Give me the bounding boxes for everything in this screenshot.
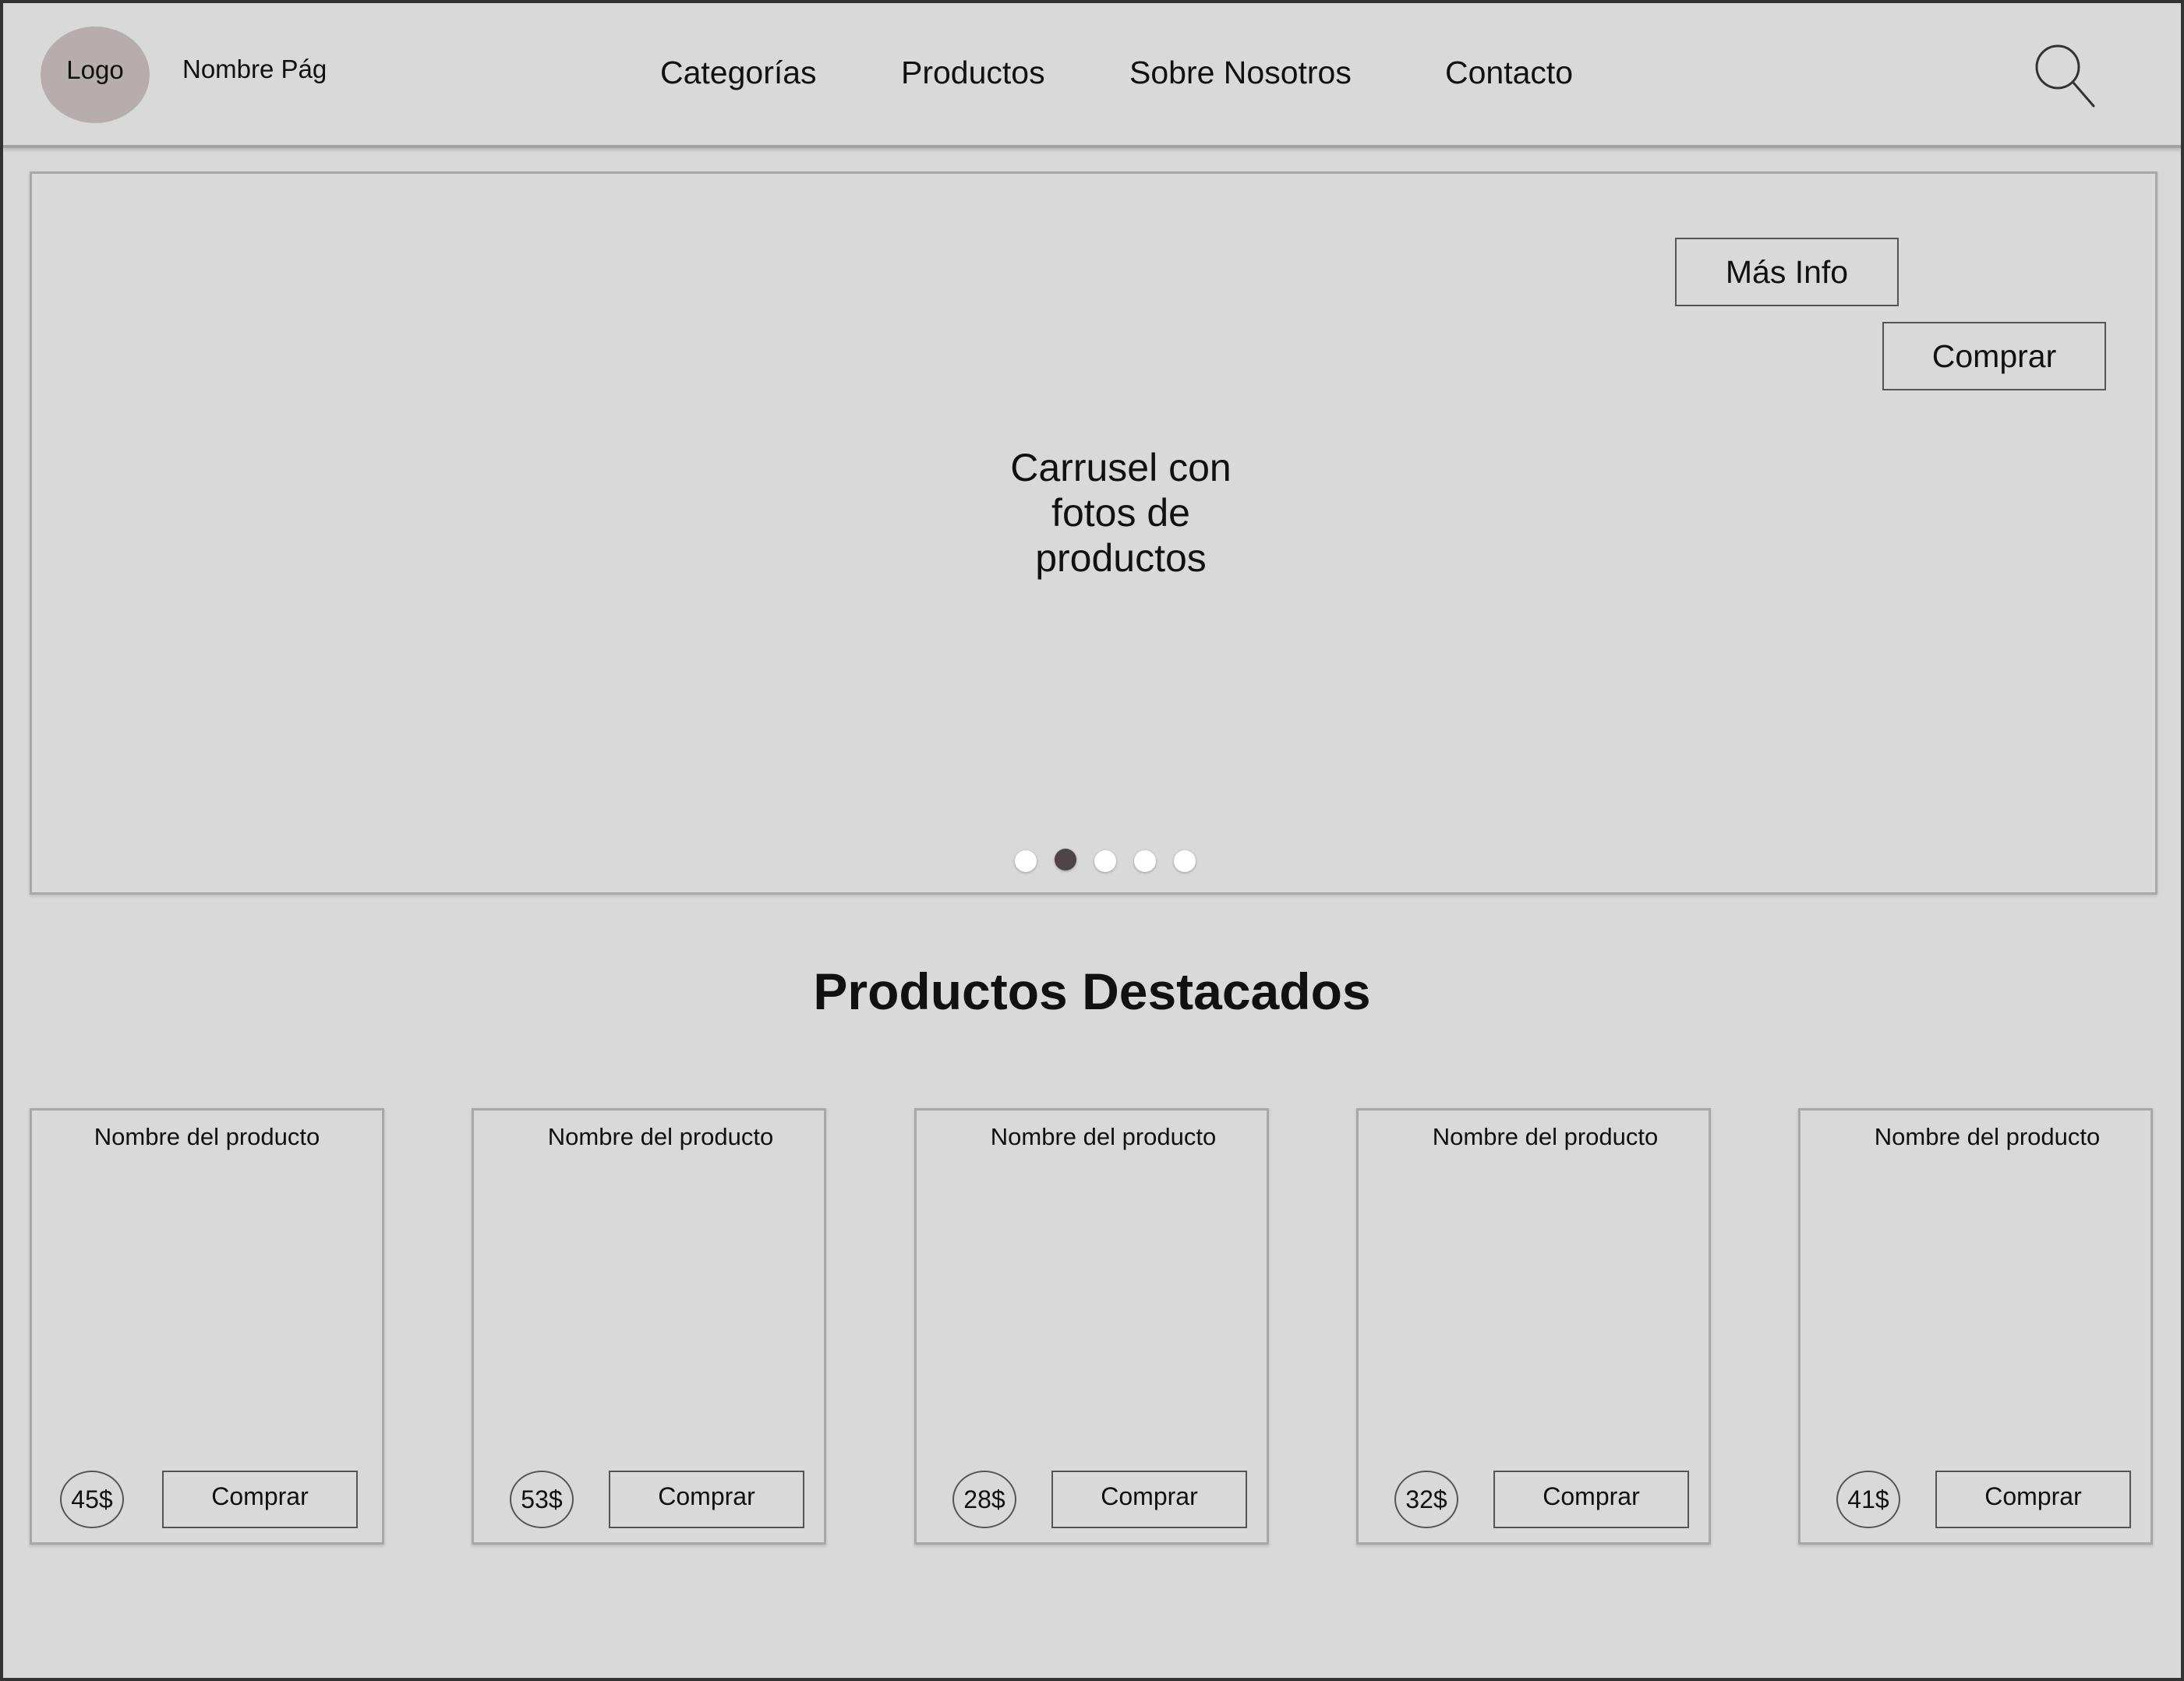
carousel-buy-button[interactable]: Comprar bbox=[1882, 322, 2106, 390]
header: Logo Nombre Pág Categorías Productos Sob… bbox=[3, 3, 2181, 148]
product-name: Nombre del producto bbox=[1874, 1123, 2101, 1150]
logo[interactable]: Logo bbox=[41, 26, 150, 123]
product-buy-button[interactable]: Comprar bbox=[1493, 1471, 1689, 1528]
page-frame: Logo Nombre Pág Categorías Productos Sob… bbox=[0, 0, 2184, 1681]
carousel-caption-line: Carrusel con bbox=[1010, 446, 1232, 489]
carousel-dot[interactable] bbox=[1015, 850, 1037, 872]
featured-products-title: Productos Destacados bbox=[813, 962, 1371, 1020]
search-icon[interactable] bbox=[2033, 44, 2095, 109]
product-name: Nombre del producto bbox=[1432, 1123, 1659, 1150]
nav-link-categorias[interactable]: Categorías bbox=[660, 55, 817, 91]
carousel-dot[interactable] bbox=[1174, 850, 1196, 872]
product-buy-button[interactable]: Comprar bbox=[609, 1471, 804, 1528]
product-card[interactable]: Nombre del producto 45$ Comprar bbox=[30, 1108, 384, 1545]
carousel-caption-line: fotos de bbox=[1051, 491, 1190, 535]
product-price-badge: 45$ bbox=[60, 1471, 124, 1528]
carousel-dot-active[interactable] bbox=[1055, 849, 1076, 871]
product-card[interactable]: Nombre del producto 53$ Comprar bbox=[472, 1108, 826, 1545]
nav-link-contacto[interactable]: Contacto bbox=[1445, 55, 1573, 91]
more-info-button[interactable]: Más Info bbox=[1675, 238, 1899, 306]
product-carousel[interactable]: Carrusel con fotos de productos Más Info… bbox=[30, 171, 2157, 895]
product-buy-button[interactable]: Comprar bbox=[1935, 1471, 2131, 1528]
product-price-badge: 41$ bbox=[1836, 1471, 1900, 1528]
carousel-dot[interactable] bbox=[1134, 850, 1156, 872]
nav-link-productos[interactable]: Productos bbox=[901, 55, 1045, 91]
product-card[interactable]: Nombre del producto 28$ Comprar bbox=[914, 1108, 1269, 1545]
product-price-badge: 53$ bbox=[510, 1471, 574, 1528]
site-name: Nombre Pág bbox=[182, 55, 327, 83]
carousel-caption-line: productos bbox=[1035, 536, 1207, 580]
product-buy-button[interactable]: Comprar bbox=[162, 1471, 358, 1528]
nav-link-sobre-nosotros[interactable]: Sobre Nosotros bbox=[1129, 55, 1352, 91]
product-name: Nombre del producto bbox=[94, 1123, 320, 1150]
product-buy-button[interactable]: Comprar bbox=[1051, 1471, 1247, 1528]
product-name: Nombre del producto bbox=[547, 1123, 774, 1150]
carousel-dot[interactable] bbox=[1094, 850, 1116, 872]
product-name: Nombre del producto bbox=[990, 1123, 1217, 1150]
product-card[interactable]: Nombre del producto 41$ Comprar bbox=[1798, 1108, 2153, 1545]
carousel-caption: Carrusel con fotos de productos bbox=[965, 445, 1277, 581]
product-price-badge: 28$ bbox=[952, 1471, 1016, 1528]
product-card[interactable]: Nombre del producto 32$ Comprar bbox=[1356, 1108, 1711, 1545]
logo-label: Logo bbox=[66, 55, 124, 84]
product-price-badge: 32$ bbox=[1394, 1471, 1458, 1528]
